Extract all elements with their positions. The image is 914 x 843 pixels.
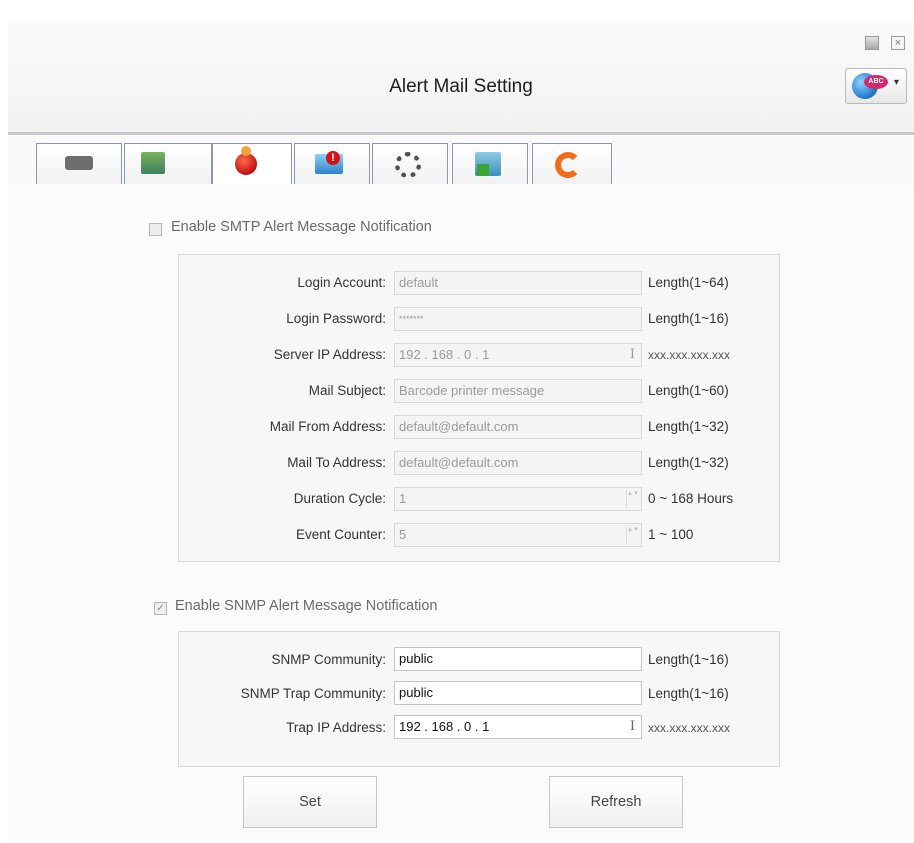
snmp-trap-community-hint: Length(1~16) (648, 686, 729, 701)
mail-to-label: Mail To Address: (287, 455, 386, 470)
language-dropdown[interactable]: ABC ▾ (845, 68, 907, 104)
ibeam-icon: I (629, 719, 635, 734)
file-operations-icon (475, 152, 501, 176)
refresh-button[interactable]: Refresh (549, 776, 683, 828)
login-account-input[interactable]: default (394, 271, 642, 295)
server-ip-value: 192 . 168 . 0 . 1 (399, 347, 490, 362)
snmp-enable-checkbox[interactable]: ✓ (154, 602, 167, 615)
tab-config[interactable] (372, 143, 448, 184)
tab-printer[interactable] (36, 143, 122, 184)
language-badge: ABC (864, 75, 888, 89)
snmp-trap-community-label: SNMP Trap Community: (240, 686, 386, 701)
server-ip-hint: xxx.xxx.xxx.xxx (648, 348, 731, 362)
network-icon (141, 152, 165, 174)
trap-ip-label: Trap IP Address: (286, 720, 386, 735)
login-password-label: Login Password: (286, 311, 386, 326)
spinner-arrows-icon[interactable]: ▲▼ (626, 526, 639, 544)
event-counter-stepper[interactable]: 5 ▲▼ (394, 523, 642, 547)
chevron-down-icon: ▾ (894, 77, 900, 88)
window-title: Alert Mail Setting (389, 76, 533, 97)
title-bar: × Alert Mail Setting ABC ▾ (8, 20, 914, 135)
login-password-input[interactable]: ******* (394, 307, 642, 331)
tab-bar (8, 135, 914, 189)
snmp-community-input[interactable]: public (394, 647, 642, 671)
snmp-enable-label: Enable SNMP Alert Message Notification (175, 598, 438, 614)
alert-mail-window: × Alert Mail Setting ABC ▾ Enable SMTP A… (0, 0, 914, 843)
tab-mail[interactable] (294, 143, 370, 184)
close-icon[interactable]: × (891, 36, 905, 50)
mail-subject-label: Mail Subject: (308, 383, 386, 398)
snmp-community-label: SNMP Community: (271, 652, 386, 667)
minimize-icon[interactable] (865, 36, 879, 50)
snmp-trap-community-input[interactable]: public (394, 681, 642, 705)
trap-ip-hint: xxx.xxx.xxx.xxx (648, 721, 731, 735)
login-account-hint: Length(1~64) (648, 275, 729, 290)
event-counter-hint: 1 ~ 100 (648, 527, 694, 542)
mail-subject-input[interactable]: Barcode printer message (394, 379, 642, 403)
event-counter-label: Event Counter: (295, 527, 386, 542)
smtp-settings-group (178, 254, 780, 562)
trap-ip-value: 192 . 168 . 0 . 1 (399, 719, 490, 734)
printer-icon (65, 156, 93, 170)
snmp-community-hint: Length(1~16) (648, 652, 729, 667)
smtp-enable-label: Enable SMTP Alert Message Notification (171, 219, 432, 235)
login-password-hint: Length(1~16) (648, 311, 729, 326)
duration-cycle-value: 1 (399, 491, 407, 506)
tab-network[interactable] (124, 143, 212, 184)
refresh-update-icon (555, 152, 581, 178)
mail-from-label: Mail From Address: (269, 419, 386, 434)
content-area: Enable SMTP Alert Message Notification L… (8, 187, 914, 843)
tab-alert[interactable] (212, 143, 292, 184)
mail-subject-hint: Length(1~60) (648, 383, 729, 398)
ibeam-icon: I (629, 347, 635, 362)
tab-file-operations[interactable] (452, 143, 528, 184)
duration-cycle-hint: 0 ~ 168 Hours (648, 491, 734, 506)
gears-icon (395, 152, 421, 178)
event-counter-value: 5 (399, 527, 407, 542)
server-ip-label: Server IP Address: (273, 347, 386, 362)
set-button[interactable]: Set (243, 776, 377, 828)
smtp-enable-checkbox[interactable] (149, 223, 162, 236)
spinner-arrows-icon[interactable]: ▲▼ (626, 490, 639, 508)
server-ip-input[interactable]: 192 . 168 . 0 . 1 I (394, 343, 642, 367)
mail-to-hint: Length(1~32) (648, 455, 729, 470)
mail-to-input[interactable]: default@default.com (394, 451, 642, 475)
login-account-label: Login Account: (297, 275, 386, 290)
mail-from-input[interactable]: default@default.com (394, 415, 642, 439)
tab-update[interactable] (532, 143, 612, 184)
mail-from-hint: Length(1~32) (648, 419, 729, 434)
duration-cycle-stepper[interactable]: 1 ▲▼ (394, 487, 642, 511)
mail-alert-icon (315, 151, 343, 174)
duration-cycle-label: Duration Cycle: (293, 491, 386, 506)
trap-ip-input[interactable]: 192 . 168 . 0 . 1 I (394, 715, 642, 739)
alert-icon (235, 146, 257, 175)
